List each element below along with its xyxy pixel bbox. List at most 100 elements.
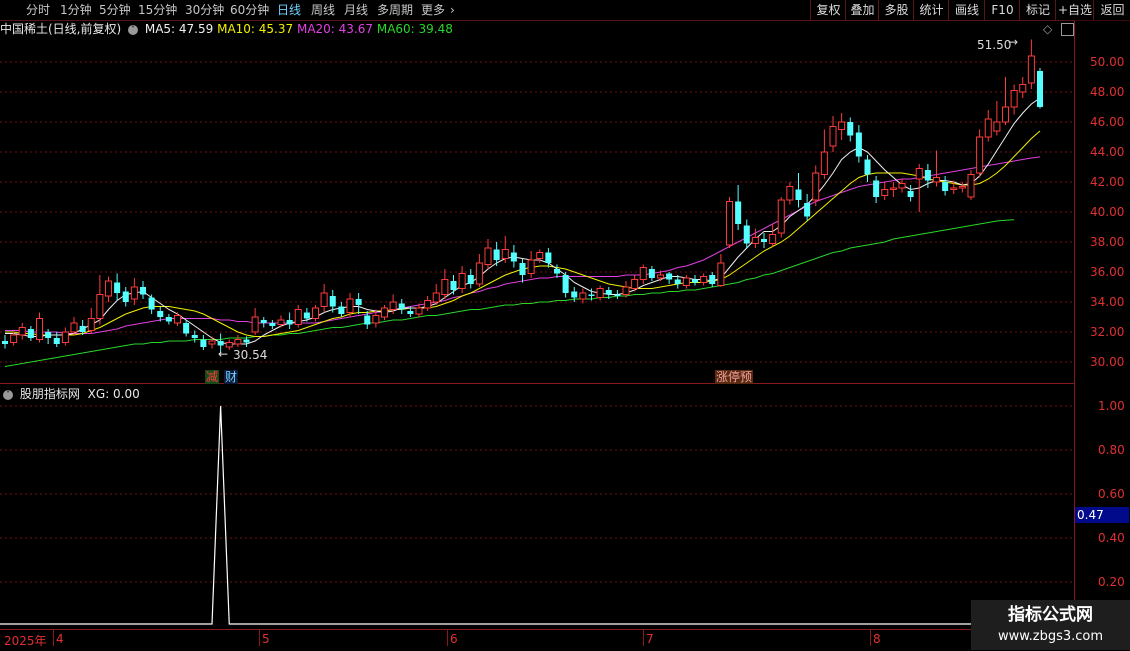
candle-body (70, 322, 78, 333)
candle-body (932, 177, 941, 183)
price-tick-label: 36.00 (1090, 265, 1125, 279)
watermark: 指标公式网 www.zbgs3.com (971, 600, 1130, 650)
signal-limit-up[interactable]: 涨停预 (715, 370, 754, 384)
candle-body (984, 118, 992, 138)
low-price-annotation: 30.54 (233, 348, 268, 362)
candle-body (234, 339, 242, 345)
date-label: 6 (450, 632, 458, 646)
candle-body (432, 292, 440, 303)
high-price-annotation: 51.50 (977, 38, 1012, 52)
signal-reduce[interactable]: 减 (205, 370, 220, 384)
candle-body (820, 151, 828, 175)
candle-body (709, 275, 716, 284)
candle-body (380, 307, 389, 318)
candle-body (104, 280, 113, 297)
candle-body (35, 318, 44, 340)
signal-finance[interactable]: 财 (224, 370, 239, 384)
candle-body (743, 225, 750, 244)
candle-body (656, 274, 665, 279)
candle-body (1027, 55, 1035, 84)
kline-chart[interactable] (0, 0, 1074, 629)
candle-body (200, 339, 207, 347)
price-tick-label: 40.00 (1090, 205, 1125, 219)
indicator-title[interactable]: 股朋指标网 (20, 387, 80, 401)
candle-body (303, 312, 310, 319)
candle-body (682, 277, 690, 286)
candle-body (501, 249, 509, 259)
candle-body (407, 311, 414, 314)
candle-body (294, 309, 302, 325)
candle-body (87, 318, 95, 331)
price-tick-label: 32.00 (1090, 325, 1125, 339)
candle-body (898, 183, 906, 189)
candle-body (735, 201, 742, 224)
candle-body (527, 259, 535, 274)
candle-body (777, 199, 785, 234)
candle-body (804, 203, 811, 217)
candle-body (847, 122, 854, 136)
candle-body (122, 291, 129, 302)
date-tick (870, 630, 871, 646)
date-tick (447, 630, 448, 646)
chevron-down-icon[interactable]: ˅ (3, 389, 13, 400)
indicator-header: ˅ 股朋指标网 XG: 0.00 (0, 386, 140, 402)
candle-body (493, 249, 500, 260)
candle-body (950, 187, 958, 190)
candle-body (510, 252, 517, 262)
candle-body (320, 292, 328, 307)
candle-body (907, 191, 914, 197)
candle-body (484, 247, 492, 265)
candle-body (45, 332, 52, 338)
price-tick-label: 46.00 (1090, 115, 1125, 129)
price-tick-label: 48.00 (1090, 85, 1125, 99)
candle-body (10, 334, 18, 343)
candle-body (751, 237, 759, 244)
candle-body (475, 262, 483, 285)
candle-body (139, 287, 147, 295)
candle-body (372, 315, 380, 324)
candle-body (536, 252, 544, 259)
price-tick-label: 50.00 (1090, 55, 1125, 69)
toolbar-button-8[interactable]: 返回 (1093, 0, 1130, 20)
candle-body (389, 301, 397, 310)
candle-body (700, 276, 708, 283)
candle-body (243, 339, 250, 343)
diamond-icon[interactable]: ◇ (1043, 22, 1052, 36)
candle-body (355, 299, 362, 305)
price-tick-label: 42.00 (1090, 175, 1125, 189)
low-arrow-icon: ← (218, 347, 229, 361)
candle-body (717, 262, 725, 286)
candle-body (725, 201, 734, 246)
candle-body (596, 288, 604, 298)
indicator-tick-label: 0.40 (1098, 531, 1125, 545)
candle-body (545, 252, 552, 263)
price-tick-label: 38.00 (1090, 235, 1125, 249)
watermark-url: www.zbgs3.com (997, 629, 1104, 644)
candle-body (398, 303, 405, 310)
panel-toggle-icon[interactable] (1061, 23, 1074, 36)
candle-body (674, 279, 681, 284)
candle-body (183, 323, 190, 334)
high-arrow-icon: → (1008, 35, 1019, 49)
candle-body (458, 273, 466, 289)
price-tick-label: 30.00 (1090, 355, 1125, 369)
indicator-line (0, 405, 1074, 625)
candle-body (338, 306, 345, 314)
candle-body (217, 341, 224, 346)
candle-body (855, 132, 862, 157)
date-axis: 2025年 4 5 6 7 8 (0, 629, 1074, 651)
ma10-line (5, 130, 1041, 337)
candle-body (27, 329, 34, 338)
candle-body (1, 341, 9, 344)
candle-body (769, 234, 777, 244)
candle-body (346, 298, 354, 313)
candle-body (53, 338, 60, 344)
candle-body (191, 335, 198, 338)
candle-body (165, 317, 172, 322)
candle-body (251, 316, 259, 333)
candle-body (260, 320, 267, 323)
candle-body (364, 315, 371, 325)
candle-body (415, 307, 423, 315)
date-label: 7 (646, 632, 654, 646)
candle-body (942, 182, 949, 191)
